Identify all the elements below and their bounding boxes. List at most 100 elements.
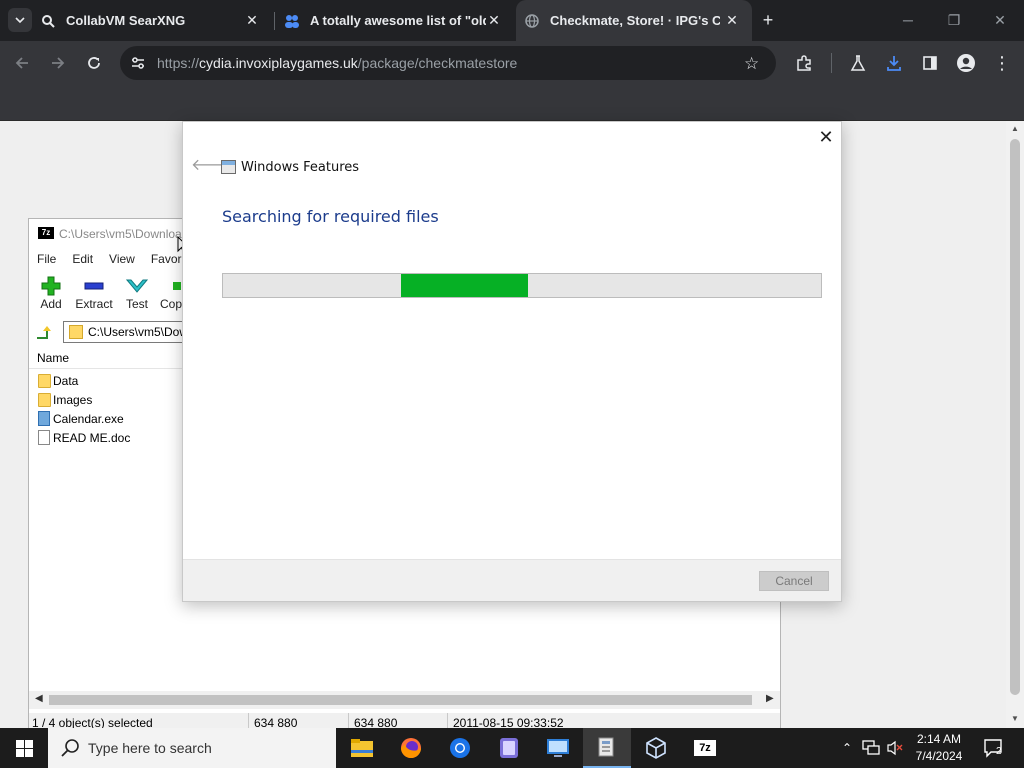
app-taskbar-icon[interactable] [485, 728, 533, 768]
extract-button[interactable]: Extract [73, 275, 115, 311]
url-host: cydia.invoxiplaygames.uk [199, 55, 358, 71]
scroll-left-icon[interactable]: ◀ [35, 693, 43, 704]
volume-muted-icon[interactable] [884, 728, 906, 768]
close-dialog-icon[interactable]: ✕ [817, 128, 835, 146]
minus-icon [73, 275, 115, 297]
url-text: https://cydia.invoxiplaygames.uk/package… [157, 55, 517, 71]
7zip-window-title: C:\Users\vm5\Downloa [59, 227, 182, 241]
bookmark-star-icon[interactable]: ☆ [744, 54, 759, 74]
back-icon[interactable] [10, 51, 34, 75]
copy-label: Cop [159, 297, 182, 311]
bookmark-bar [0, 85, 1024, 121]
file-name: READ ME.doc [53, 431, 131, 445]
7zip-logo-icon: 7z [38, 227, 54, 239]
downloads-icon[interactable] [882, 51, 906, 75]
file-name: Calendar.exe [53, 412, 124, 426]
remote-desktop-taskbar-icon[interactable] [534, 728, 582, 768]
search-icon [60, 738, 80, 761]
start-button[interactable] [0, 728, 48, 768]
notification-icon [984, 739, 1002, 758]
labs-flask-icon[interactable] [846, 51, 870, 75]
tab-checkmate-store[interactable]: Checkmate, Store! · IPG's Cydia ✕ [516, 0, 752, 41]
7zip-path-text: C:\Users\vm5\Dow [88, 325, 189, 339]
extract-label: Extract [75, 297, 113, 311]
tab-search-button[interactable] [8, 8, 32, 32]
windows-features-dialog: ✕ 🡐 Windows Features Searching for requi… [182, 121, 842, 602]
back-arrow-icon[interactable]: 🡐 [191, 158, 234, 174]
globe-favicon-icon [524, 13, 540, 29]
7zip-logo-icon: 7z [694, 740, 716, 756]
chrome-menu-icon[interactable]: ⋮ [990, 51, 1014, 75]
menu-file[interactable]: File [29, 249, 64, 269]
reload-icon[interactable] [82, 51, 106, 75]
extensions-icon[interactable] [792, 51, 816, 75]
clock-date: 7/4/2024 [915, 749, 963, 763]
scroll-down-icon[interactable]: ▼ [1010, 714, 1020, 724]
folder-icon [69, 325, 83, 339]
document-file-icon [38, 430, 50, 445]
up-folder-icon[interactable] [35, 324, 51, 343]
firefox-taskbar-icon[interactable] [387, 728, 435, 768]
file-explorer-taskbar-icon[interactable] [338, 728, 386, 768]
7zip-horizontal-scrollbar[interactable]: ◀ ▶ [29, 691, 780, 709]
scrollbar-thumb[interactable] [49, 695, 752, 705]
scroll-up-icon[interactable]: ▲ [1010, 124, 1020, 134]
tab-collabvm-searxng[interactable]: CollabVM SearXNG ✕ [40, 0, 272, 41]
test-button[interactable]: Test [117, 275, 157, 311]
checkmark-icon [117, 275, 157, 297]
tab-title: CollabVM SearXNG [66, 13, 186, 28]
close-window-icon[interactable]: ✕ [990, 10, 1010, 30]
tab-title: Checkmate, Store! · IPG's Cydia [550, 13, 720, 28]
7zip-taskbar-icon[interactable]: 7z [681, 728, 729, 768]
clock-time: 2:14 AM [916, 732, 962, 746]
scroll-right-icon[interactable]: ▶ [766, 693, 774, 704]
file-name: Data [53, 374, 79, 388]
close-tab-icon[interactable]: ✕ [486, 12, 502, 28]
add-button[interactable]: Add [31, 275, 71, 311]
chrome-taskbar-icon[interactable] [436, 728, 484, 768]
menu-edit[interactable]: Edit [64, 249, 101, 269]
tab-awesome-list[interactable]: A totally awesome list of "old " ✕ [278, 0, 514, 41]
close-tab-icon[interactable]: ✕ [244, 12, 260, 28]
url-path: /package/checkmatestore [357, 55, 518, 71]
windows-features-taskbar-icon[interactable] [583, 728, 631, 768]
page-vertical-scrollbar[interactable]: ▲ ▼ [1006, 121, 1024, 728]
close-tab-icon[interactable]: ✕ [724, 12, 740, 28]
minimize-icon[interactable]: ─ [898, 10, 918, 30]
url-scheme: https:// [157, 55, 200, 71]
dialog-title: Windows Features [241, 160, 360, 175]
site-info-icon[interactable] [130, 55, 146, 74]
column-name-header[interactable]: Name [37, 351, 69, 365]
side-panel-icon[interactable] [918, 51, 942, 75]
profile-avatar-icon[interactable] [954, 51, 978, 75]
dialog-footer: Cancel [183, 559, 841, 601]
tab-separator [274, 12, 275, 30]
copy-button[interactable]: Cop [159, 275, 183, 311]
forward-icon[interactable] [46, 51, 70, 75]
windows-taskbar: Type here to search 7z ⌃ 2:14 AM 7/4/202… [0, 728, 1024, 768]
notification-count-badge: 2 [996, 746, 1002, 757]
file-name: Images [53, 393, 93, 407]
searxng-favicon-icon [40, 13, 56, 29]
show-hidden-icons-chevron-icon[interactable]: ⌃ [838, 728, 856, 768]
notification-center-button[interactable]: 2 [982, 736, 1006, 760]
windows-logo-icon [15, 739, 33, 757]
dialog-heading: Searching for required files [222, 207, 439, 226]
address-bar[interactable]: https://cydia.invoxiplaygames.uk/package… [120, 46, 776, 80]
scrollbar-thumb[interactable] [1010, 139, 1020, 695]
menu-view[interactable]: View [101, 249, 143, 269]
people-favicon-icon [284, 13, 300, 29]
new-tab-icon[interactable]: + [758, 10, 778, 30]
add-label: Add [40, 297, 62, 311]
cancel-button[interactable]: Cancel [759, 571, 829, 591]
tab-title: A totally awesome list of "old " [310, 13, 486, 28]
taskbar-clock[interactable]: 2:14 AM 7/4/2024 [908, 731, 970, 765]
folder-icon [38, 393, 51, 407]
virtualbox-taskbar-icon[interactable] [632, 728, 680, 768]
browser-tab-strip: CollabVM SearXNG ✕ A totally awesome lis… [0, 0, 1024, 41]
executable-file-icon [38, 411, 50, 426]
test-label: Test [125, 297, 148, 311]
restore-icon[interactable]: ❐ [944, 10, 964, 30]
network-icon[interactable] [860, 728, 882, 768]
taskbar-search-box[interactable]: Type here to search [48, 728, 336, 768]
